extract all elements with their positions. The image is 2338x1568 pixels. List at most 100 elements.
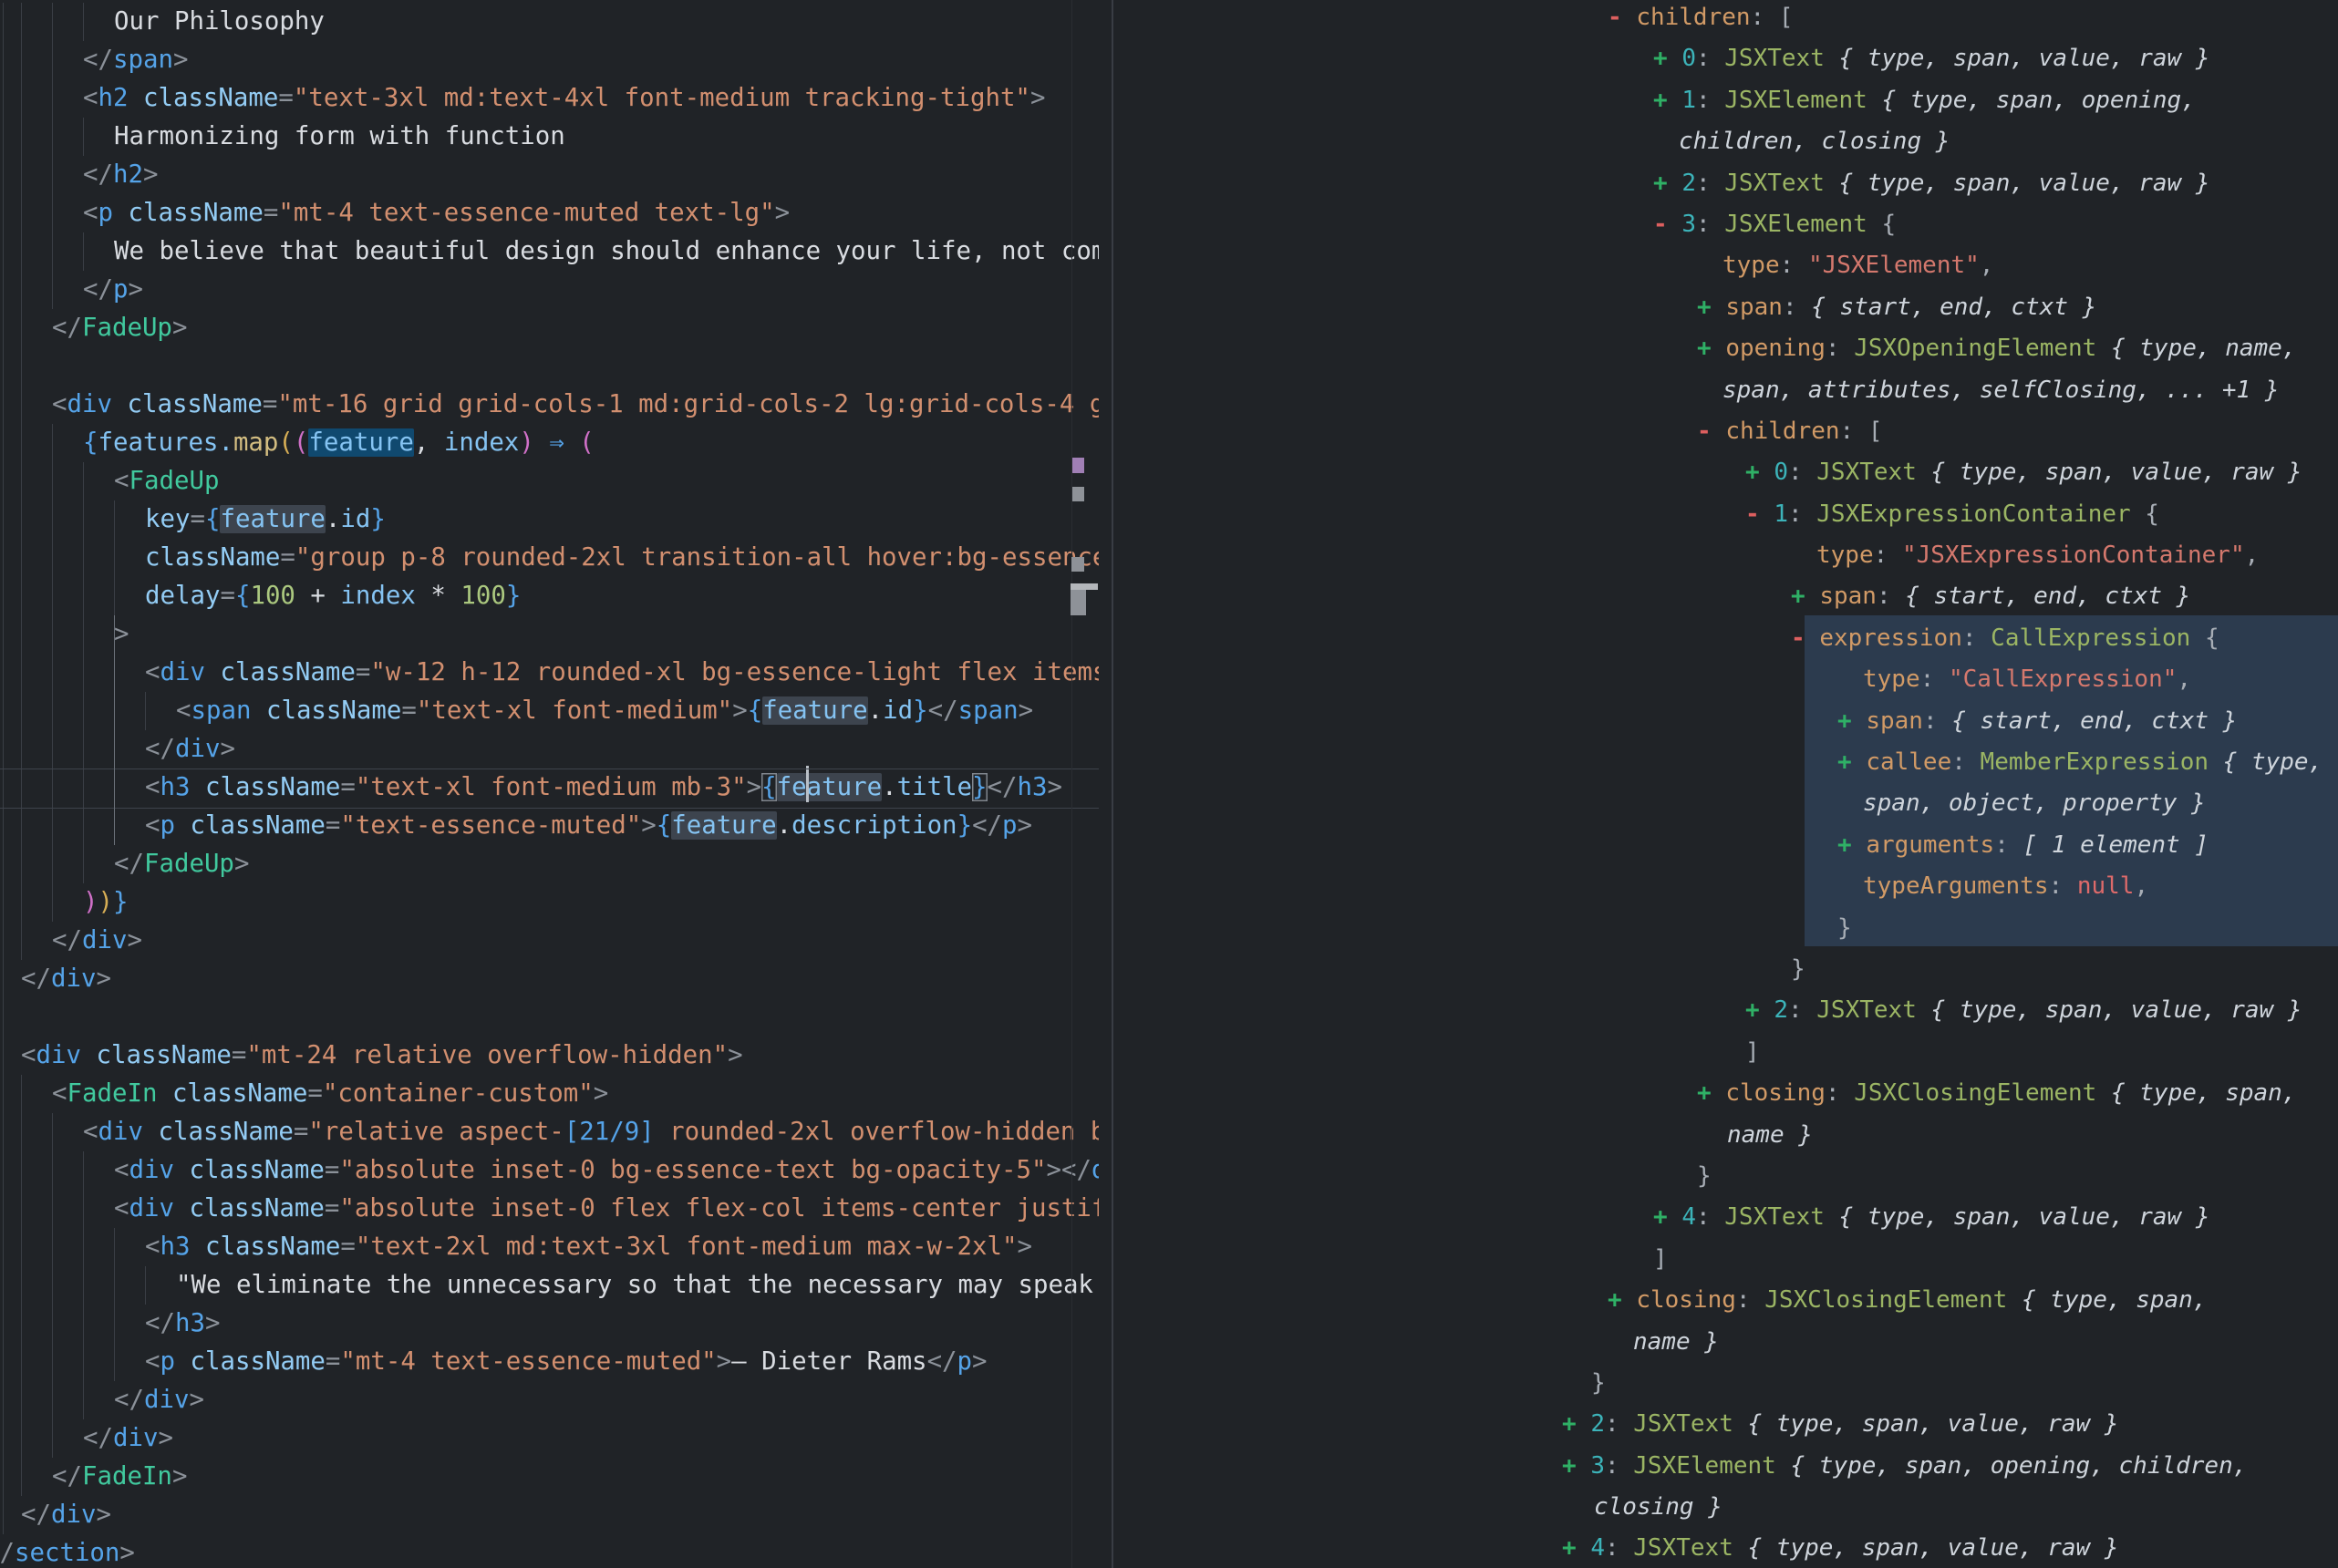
ast-node-row[interactable]: - children: [ [1113,0,2338,38]
code-line[interactable]: <div className="w-12 h-12 rounded-xl bg-… [0,654,1099,692]
collapse-node-toggle[interactable]: - [1608,4,1636,31]
code-pane[interactable]: Our Philosophy</span><h2 className="text… [0,0,1099,1568]
expand-node-toggle[interactable]: + [1791,583,1819,610]
expand-node-toggle[interactable]: + [1745,996,1774,1024]
ast-node-row[interactable]: type: "CallExpression", [1113,659,2338,700]
ast-node-row[interactable]: + 2: JSXText { type, span, value, raw } [1113,1404,2338,1445]
code-line[interactable]: </p> [0,271,1099,309]
ast-node-row[interactable]: name } [1113,1115,2338,1156]
expand-node-toggle[interactable]: + [1697,294,1725,321]
code-line[interactable]: ))} [0,883,1099,922]
code-line[interactable]: </FadeUp> [0,309,1099,347]
ast-node-row[interactable]: - children: [ [1113,411,2338,452]
expand-node-toggle[interactable]: + [1653,45,1681,72]
ast-pane[interactable]: - children: [+ 0: JSXText { type, span, … [1113,0,2338,1568]
code-line[interactable]: </section> [0,1534,1099,1568]
code-line[interactable]: </h3> [0,1305,1099,1343]
code-line[interactable]: <div className="relative aspect-[21/9] r… [0,1113,1099,1151]
code-line[interactable]: </div> [0,960,1099,998]
code-line[interactable]: </div> [0,922,1099,960]
ast-node-row[interactable]: closing } [1113,1487,2338,1528]
code-line[interactable]: delay={100 + index * 100} [0,577,1099,615]
ast-node-row[interactable]: name } [1113,1322,2338,1363]
code-line[interactable]: Harmonizing form with function [0,118,1099,156]
code-line[interactable]: {features.map((feature, index) ⇒ ( [0,424,1099,462]
ast-node-row[interactable]: - expression: CallExpression { [1113,618,2338,659]
code-line[interactable]: <h2 className="text-3xl md:text-4xl font… [0,79,1099,118]
ast-node-row[interactable]: + closing: JSXClosingElement { type, spa… [1113,1073,2338,1114]
code-line[interactable]: <p className="text-essence-muted">{featu… [0,807,1099,845]
expand-node-toggle[interactable]: + [1653,170,1681,197]
expand-node-toggle[interactable]: + [1562,1410,1590,1438]
code-line[interactable]: <div className="absolute inset-0 flex fl… [0,1190,1099,1228]
ast-node-row[interactable]: + 1: JSXElement { type, span, opening, [1113,80,2338,121]
expand-node-toggle[interactable]: + [1653,87,1681,114]
code-line[interactable]: </FadeIn> [0,1458,1099,1496]
code-line[interactable]: <div className="absolute inset-0 bg-esse… [0,1151,1099,1190]
ast-node-row[interactable]: + closing: JSXClosingElement { type, spa… [1113,1280,2338,1321]
ast-node-row[interactable]: + span: { start, end, ctxt } [1113,701,2338,742]
ast-node-row[interactable]: ] [1113,1239,2338,1280]
ast-node-row[interactable]: + 3: JSXElement { type, span, opening, c… [1113,1446,2338,1487]
code-line[interactable]: className="group p-8 rounded-2xl transit… [0,539,1099,577]
ast-node-row[interactable]: type: "JSXExpressionContainer", [1113,535,2338,576]
ast-node-row[interactable]: span, object, property } [1113,783,2338,824]
ast-node-row[interactable]: + 0: JSXText { type, span, value, raw } [1113,38,2338,79]
expand-node-toggle[interactable]: + [1697,1079,1725,1107]
code-line[interactable]: <p className="mt-4 text-essence-muted te… [0,194,1099,232]
ast-node-row[interactable]: + span: { start, end, ctxt } [1113,576,2338,617]
code-line[interactable] [0,998,1099,1037]
code-line[interactable]: <div className="mt-16 grid grid-cols-1 m… [0,386,1099,424]
code-line[interactable]: <h3 className="text-xl font-medium mb-3"… [0,769,1099,807]
collapse-node-toggle[interactable]: - [1653,211,1681,238]
code-line[interactable]: </span> [0,41,1099,79]
ast-node-row[interactable]: + 2: JSXText { type, span, value, raw } [1113,990,2338,1031]
code-line[interactable]: </h2> [0,156,1099,194]
collapse-node-toggle[interactable]: - [1697,418,1725,445]
code-line[interactable]: We believe that beautiful design should … [0,232,1099,271]
ast-node-row[interactable]: - 1: JSXExpressionContainer { [1113,494,2338,535]
ast-node-row[interactable]: + 4: JSXText { type, span, value, raw } [1113,1528,2338,1568]
code-line[interactable]: "We eliminate the unnecessary so that th… [0,1266,1099,1305]
expand-node-toggle[interactable]: + [1653,1203,1681,1231]
code-line[interactable] [0,347,1099,386]
expand-node-toggle[interactable]: + [1837,707,1866,735]
ast-node-row[interactable]: + 4: JSXText { type, span, value, raw } [1113,1197,2338,1238]
code-line[interactable]: <FadeIn className="container-custom"> [0,1075,1099,1113]
ast-node-row[interactable]: } [1113,908,2338,949]
ast-node-row[interactable]: span, attributes, selfClosing, ... +1 } [1113,370,2338,411]
expand-node-toggle[interactable]: + [1697,335,1725,362]
ast-node-row[interactable]: type: "JSXElement", [1113,245,2338,286]
expand-node-toggle[interactable]: + [1745,459,1774,486]
code-line[interactable]: Our Philosophy [0,3,1099,41]
ast-node-row[interactable]: + callee: MemberExpression { type, [1113,742,2338,783]
code-line[interactable]: key={feature.id} [0,500,1099,539]
ast-node-row[interactable]: + 0: JSXText { type, span, value, raw } [1113,452,2338,493]
ast-node-row[interactable]: + 2: JSXText { type, span, value, raw } [1113,163,2338,204]
code-line[interactable]: <p className="mt-4 text-essence-muted">—… [0,1343,1099,1381]
ast-node-row[interactable]: } [1113,949,2338,990]
expand-node-toggle[interactable]: + [1562,1452,1590,1480]
code-line[interactable]: </FadeUp> [0,845,1099,883]
ast-node-row[interactable]: } [1113,1156,2338,1197]
expand-node-toggle[interactable]: + [1562,1534,1590,1562]
code-line[interactable]: <FadeUp [0,462,1099,500]
expand-node-toggle[interactable]: + [1837,748,1866,776]
ast-node-row[interactable]: typeArguments: null, [1113,866,2338,907]
code-line[interactable]: <div className="mt-24 relative overflow-… [0,1037,1099,1075]
ast-node-row[interactable]: + opening: JSXOpeningElement { type, nam… [1113,328,2338,369]
code-line[interactable]: </div> [0,1419,1099,1458]
collapse-node-toggle[interactable]: - [1791,624,1819,652]
expand-node-toggle[interactable]: + [1608,1286,1636,1314]
code-line[interactable]: </div> [0,1496,1099,1534]
ast-node-row[interactable]: + arguments: [ 1 element ] [1113,825,2338,866]
ast-node-row[interactable]: } [1113,1363,2338,1404]
ast-node-row[interactable]: - 3: JSXElement { [1113,204,2338,245]
expand-node-toggle[interactable]: + [1837,831,1866,859]
code-line[interactable]: <span className="text-xl font-medium">{f… [0,692,1099,730]
code-line[interactable]: </div> [0,1381,1099,1419]
ast-node-row[interactable]: children, closing } [1113,121,2338,162]
code-line[interactable]: </div> [0,730,1099,769]
code-line[interactable]: > [0,615,1099,654]
code-line[interactable]: <h3 className="text-2xl md:text-3xl font… [0,1228,1099,1266]
